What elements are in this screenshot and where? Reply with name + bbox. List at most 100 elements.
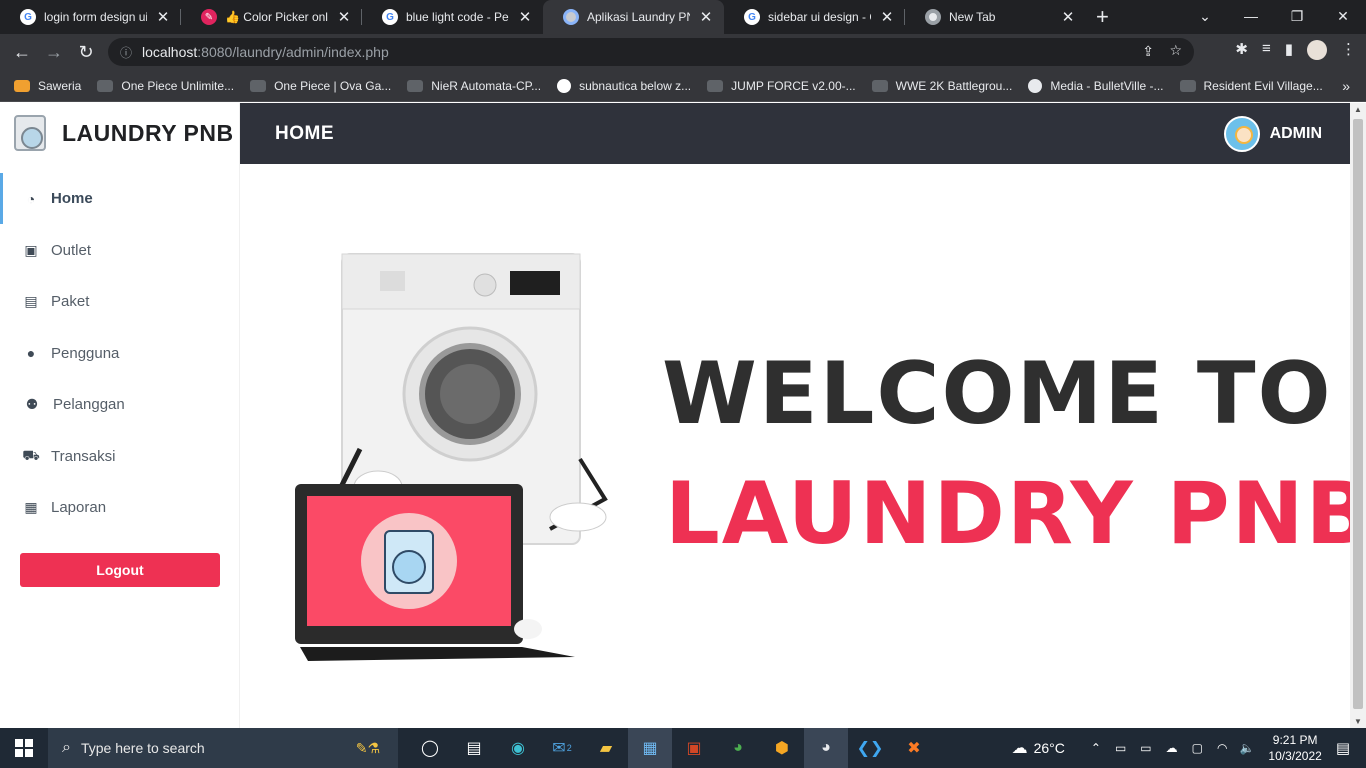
site-icon	[97, 79, 114, 92]
document-icon: ▦	[24, 499, 38, 516]
search-highlight-icon: ✎⚗	[355, 739, 380, 756]
xampp-icon[interactable]: ✖	[892, 728, 936, 768]
browser-tab[interactable]: ✎ 👍 Color Picker online ✕	[181, 0, 362, 34]
taskbar-search[interactable]: ⌕ Type here to search ✎⚗	[48, 728, 398, 768]
browser-tab[interactable]: G blue light code - Pene ✕	[362, 0, 543, 34]
tab-title: 👍 Color Picker online	[225, 10, 328, 24]
bookmarks-bar: Saweria One Piece Unlimite... One Piece …	[0, 70, 1366, 102]
reading-list-icon[interactable]: ≡	[1262, 40, 1271, 60]
bookmark-item[interactable]: One Piece | Ova Ga...	[250, 79, 391, 93]
windows-start-button[interactable]	[0, 728, 48, 768]
brand[interactable]: LAUNDRY PNB	[0, 103, 239, 163]
sidebar-item-pelanggan[interactable]: ⚉ Pelanggan	[0, 379, 239, 431]
bookmark-label: Saweria	[38, 78, 82, 93]
chrome-icon[interactable]: ◕	[716, 728, 760, 768]
bookmark-label: Media - BulletVille -...	[1050, 78, 1164, 93]
display-icon[interactable]: ▢	[1192, 741, 1203, 755]
sidebar-item-paket[interactable]: ▤ Paket	[0, 276, 239, 328]
notifications-icon[interactable]: ▤	[1336, 739, 1350, 757]
site-info-icon[interactable]: ⓘ	[120, 44, 132, 61]
scrollbar-thumb[interactable]	[1353, 119, 1363, 709]
widgets-icon[interactable]: ▤	[452, 728, 496, 768]
user-menu[interactable]: ADMIN	[1223, 116, 1322, 152]
reload-button[interactable]: ↻	[70, 42, 102, 63]
sidebar-item-outlet[interactable]: ▣ Outlet	[0, 225, 239, 277]
extensions-icon[interactable]: ✱	[1235, 40, 1248, 60]
side-panel-icon[interactable]: ▮	[1285, 40, 1293, 60]
meet-now-icon[interactable]: ▭	[1115, 741, 1126, 755]
back-button[interactable]: ←	[6, 42, 38, 63]
new-tab-button[interactable]: +	[1096, 0, 1109, 34]
close-tab-icon[interactable]: ✕	[1060, 8, 1076, 26]
page-scrollbar[interactable]: ▲ ▼	[1350, 103, 1366, 728]
address-bar[interactable]: ⓘ localhost:8080/laundry/admin/index.php…	[108, 38, 1194, 66]
google-icon: G	[20, 9, 36, 25]
maximize-button[interactable]: ❐	[1274, 0, 1320, 34]
close-tab-icon[interactable]: ✕	[517, 8, 533, 26]
google-icon: G	[744, 9, 760, 25]
share-icon[interactable]: ⇪	[1142, 43, 1154, 60]
weather-temp[interactable]: 26°C	[1034, 740, 1065, 756]
search-icon: ⌕	[62, 739, 71, 756]
sidebar-menu: ◔ Home ▣ Outlet ▤ Paket ● Pengguna ⚉ Pel…	[0, 173, 239, 534]
browser-tab[interactable]: New Tab ✕	[905, 0, 1086, 34]
close-tab-icon[interactable]: ✕	[879, 8, 895, 26]
bookmark-item[interactable]: subnautica below z...	[557, 78, 691, 93]
tab-title: blue light code - Pene	[406, 10, 509, 24]
onedrive-icon[interactable]: ☁	[1166, 741, 1178, 755]
browser-tab[interactable]: G sidebar ui design - Go ✕	[724, 0, 905, 34]
close-tab-icon[interactable]: ✕	[698, 8, 714, 26]
browser-tab[interactable]: G login form design ui - ✕	[0, 0, 181, 34]
mail-badge: 2	[566, 743, 572, 753]
logout-button[interactable]: Logout	[20, 553, 220, 587]
sidebar-item-label: Transaksi	[51, 447, 116, 465]
forward-button[interactable]: →	[38, 42, 70, 63]
scroll-down-icon[interactable]: ▼	[1354, 717, 1362, 726]
close-tab-icon[interactable]: ✕	[336, 8, 352, 26]
bookmark-item[interactable]: One Piece Unlimite...	[97, 79, 234, 93]
sidebar-item-pengguna[interactable]: ● Pengguna	[0, 328, 239, 380]
tray-chevron-icon[interactable]: ⌃	[1091, 741, 1101, 755]
close-tab-icon[interactable]: ✕	[155, 8, 171, 26]
more-bookmarks-icon[interactable]: »	[1342, 78, 1350, 94]
powerpoint-icon[interactable]: ▣	[672, 728, 716, 768]
edge-icon[interactable]: ◉	[496, 728, 540, 768]
tab-search-icon[interactable]: ⌄	[1182, 0, 1228, 34]
browser-tab-active[interactable]: Aplikasi Laundry PNB ✕	[543, 0, 724, 34]
sidebar-item-laporan[interactable]: ▦ Laporan	[0, 482, 239, 534]
volume-icon[interactable]: 🔈	[1239, 741, 1254, 755]
bookmark-star-icon[interactable]: ☆	[1169, 42, 1182, 59]
vscode-icon[interactable]: ❮❯	[848, 728, 892, 768]
menu-kebab-icon[interactable]: ⋮	[1341, 40, 1356, 60]
bookmark-item[interactable]: JUMP FORCE v2.00-...	[707, 78, 856, 93]
bookmark-label: JUMP FORCE v2.00-...	[731, 78, 856, 93]
bookmark-item[interactable]: Resident Evil Village...	[1179, 79, 1323, 93]
weather-cloud-icon[interactable]: ☁	[1012, 738, 1028, 758]
mail-icon[interactable]: ✉ 2	[540, 728, 584, 768]
sidebar-item-home[interactable]: ◔ Home	[0, 173, 239, 225]
scroll-up-icon[interactable]: ▲	[1354, 105, 1362, 114]
minimize-button[interactable]: —	[1228, 0, 1274, 34]
tab-title: login form design ui -	[44, 10, 147, 24]
bookmark-item[interactable]: Media - BulletVille -...	[1028, 78, 1164, 93]
close-window-button[interactable]: ✕	[1320, 0, 1366, 34]
battery-icon[interactable]: ▭	[1140, 741, 1151, 755]
wifi-icon[interactable]: ◠	[1217, 741, 1227, 755]
task-view-icon[interactable]: ◯	[408, 728, 452, 768]
bookmark-item[interactable]: Saweria	[14, 79, 81, 93]
tab-title: New Tab	[949, 10, 996, 24]
brave-icon[interactable]: ⬢	[760, 728, 804, 768]
chrome-canary-icon[interactable]: ◕	[804, 728, 848, 768]
site-icon	[1179, 79, 1196, 92]
bookmark-item[interactable]: NieR Automata-CP...	[407, 79, 541, 93]
bookmark-item[interactable]: WWE 2K Battlegrou...	[871, 79, 1012, 93]
profile-avatar[interactable]	[1307, 40, 1327, 60]
sidebar-item-transaksi[interactable]: ⛟ Transaksi	[0, 431, 239, 483]
file-explorer-icon[interactable]: ▰	[584, 728, 628, 768]
sidebar-item-label: Outlet	[51, 241, 92, 259]
bookmark-label: One Piece Unlimite...	[121, 78, 235, 93]
store-icon[interactable]: ▦	[628, 728, 672, 768]
cart-icon: ⛟	[22, 446, 40, 463]
clock[interactable]: 9:21 PM 10/3/2022	[1268, 732, 1321, 764]
briefcase-icon: ▣	[24, 241, 38, 258]
